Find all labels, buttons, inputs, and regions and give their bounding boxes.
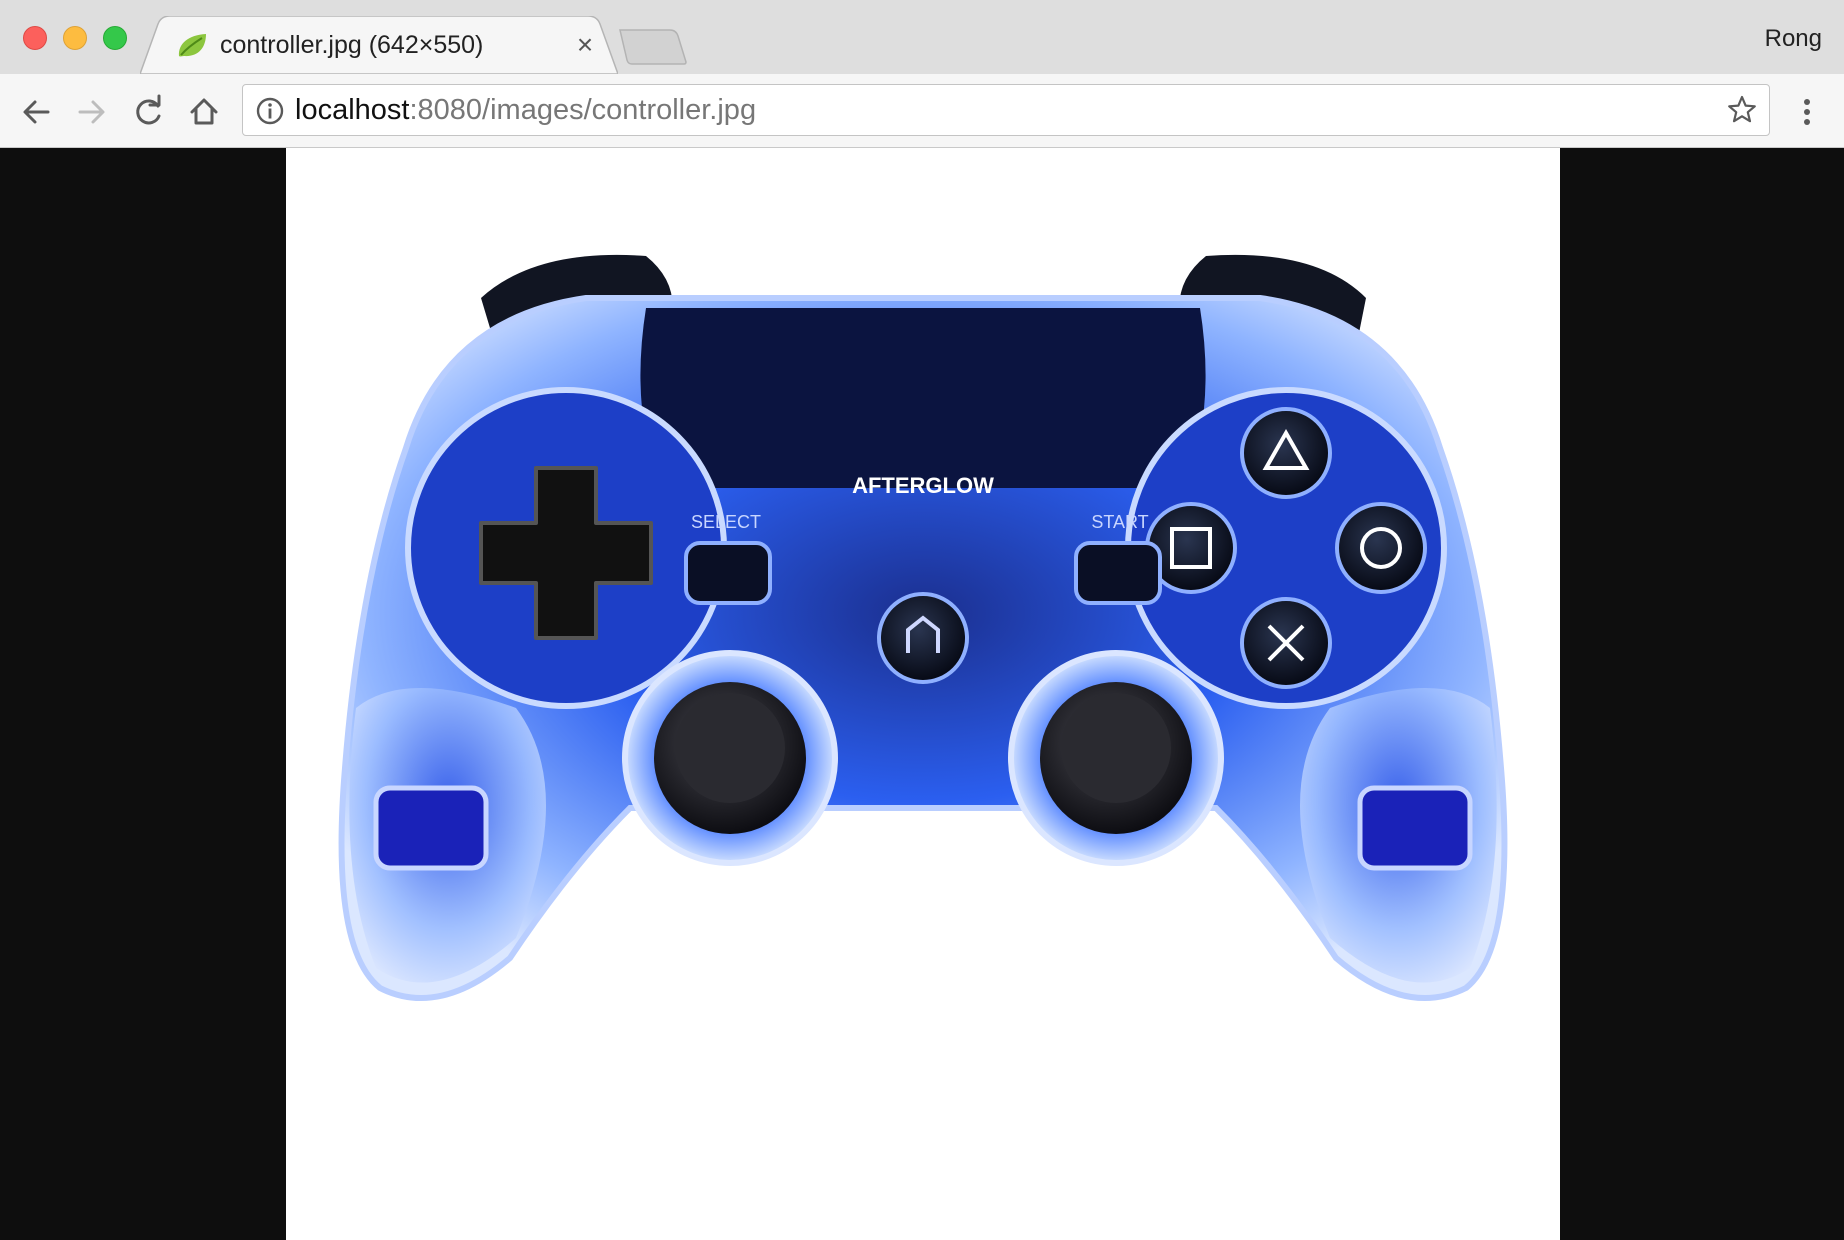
select-label: SELECT (691, 512, 761, 532)
url-host: localhost (295, 94, 410, 126)
address-bar[interactable]: localhost:8080/images/controller.jpg (242, 84, 1770, 136)
back-arrow-icon[interactable] (16, 92, 56, 132)
start-label: START (1091, 512, 1148, 532)
browser-window: controller.jpg (642×550) × Rong localhos… (0, 0, 1844, 1240)
tab-title: controller.jpg (642×550) (220, 31, 484, 59)
url-path: :8080/images/controller.jpg (409, 94, 757, 126)
game-controller-illustration: AFTERGLOW SELECT START (338, 254, 1508, 1001)
tab-close-icon[interactable]: × (570, 30, 600, 60)
logo-text: AFTERGLOW (852, 473, 994, 498)
forward-arrow-icon[interactable] (72, 92, 112, 132)
tab-strip: controller.jpg (642×550) × Rong (0, 0, 1844, 74)
address-bar-url[interactable]: localhost:8080/images/controller.jpg (295, 85, 756, 135)
controller-image[interactable]: AFTERGLOW SELECT START (286, 148, 1560, 1240)
new-tab-button[interactable] (618, 28, 690, 66)
profile-name[interactable]: Rong (1765, 24, 1822, 54)
image-viewer: AFTERGLOW SELECT START (0, 148, 1844, 1240)
leaf-icon (178, 34, 206, 57)
info-icon[interactable] (255, 96, 285, 126)
toolbar: localhost:8080/images/controller.jpg (0, 74, 1844, 148)
more-vert-icon[interactable] (1794, 92, 1820, 132)
zoom-window-button[interactable] (103, 26, 127, 50)
minimize-window-button[interactable] (63, 26, 87, 50)
star-icon[interactable] (1725, 93, 1759, 127)
home-icon[interactable] (184, 92, 224, 132)
close-window-button[interactable] (23, 26, 47, 50)
reload-icon[interactable] (128, 92, 168, 132)
